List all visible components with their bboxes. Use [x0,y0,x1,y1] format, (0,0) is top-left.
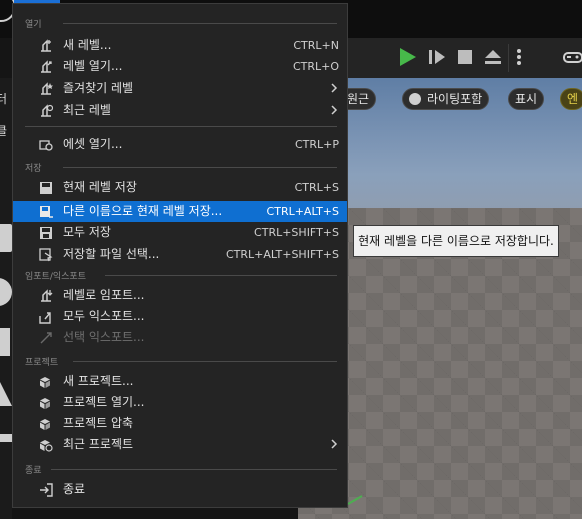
frame-skip-icon[interactable] [426,46,448,68]
chevron-right-icon [331,83,338,93]
show-button[interactable]: 표시 [508,88,545,110]
open-project-icon [40,398,50,409]
menu-item-new-level[interactable]: 새 레벨... CTRL+N [13,35,347,56]
menu-item-save-current-level-as[interactable]: 다른 이름으로 현재 레벨 저장... CTRL+ALT+S [13,201,347,222]
left-panel-strip: 터 클 [0,78,12,519]
platforms-icon[interactable] [562,48,582,66]
choose-files-icon [39,248,53,262]
recent-projects-icon [40,440,53,452]
save-as-icon [40,206,53,218]
menu-item-label: 현재 레벨 저장 [63,180,137,194]
menu-item-label: 에셋 열기... [63,137,123,151]
menu-item-label: 새 레벨... [63,38,112,52]
section-header-import-export: 임포트/익스포트 [25,272,86,282]
more-options-icon[interactable] [512,46,526,68]
export-icon [39,312,51,324]
section-divider [63,23,337,24]
menu-item-shortcut: CTRL+N [293,39,339,52]
menu-item-shortcut: CTRL+O [292,60,339,73]
menu-item-open-level[interactable]: 레벨 열기... CTRL+O [13,56,347,77]
cone-shape-icon[interactable] [0,378,12,406]
chevron-right-icon [331,105,338,115]
show-label: 표시 [515,92,538,106]
axis-gizmo-icon [347,495,363,505]
menu-item-save-current-level[interactable]: 현재 레벨 저장 CTRL+S [13,177,347,198]
open-level-icon [41,60,52,73]
menu-item-shortcut: CTRL+SHIFT+S [254,226,339,239]
section-header-project: 프로젝트 [25,358,59,368]
menu-item-shortcut: CTRL+ALT+SHIFT+S [225,248,339,261]
menu-item-label: 최근 프로젝트 [63,437,134,451]
plane-shape-icon[interactable] [0,434,12,442]
menu-item-open-project[interactable]: 프로젝트 열기... [13,392,347,413]
chevron-right-icon [331,439,338,449]
menu-item-save-all[interactable]: 모두 저장 CTRL+SHIFT+S [13,222,347,243]
zip-project-icon [40,419,50,430]
toolbar-separator [508,44,509,72]
view-mode-label: 라이팅포함 [427,92,483,106]
save-all-icon [40,227,52,239]
section-divider [51,469,337,470]
menu-item-open-asset[interactable]: 에셋 열기... CTRL+P [13,134,347,155]
section-divider [25,126,337,127]
sphere-shape-icon[interactable] [0,278,12,306]
menu-item-label: 모두 저장 [63,225,111,239]
menu-item-label: 저장할 파일 선택... [63,247,160,261]
play-icon[interactable] [396,46,418,68]
save-icon [40,182,52,194]
menu-item-export-all[interactable]: 모두 익스포트... [13,306,347,327]
menu-item-label: 레벨 열기... [63,59,123,73]
menu-item-label: 다른 이름으로 현재 레벨 저장... [63,204,223,218]
menu-item-choose-files-to-save[interactable]: 저장할 파일 선택... CTRL+ALT+SHIFT+S [13,244,347,265]
import-icon [41,289,53,302]
menu-item-shortcut: CTRL+P [294,138,339,151]
menu-item-recent-levels[interactable]: 최근 레벨 [13,100,347,121]
menu-item-label: 최근 레벨 [63,103,111,117]
cylinder-shape-icon[interactable] [0,328,10,356]
cube-shape-icon[interactable] [0,224,12,252]
scalability-label: 엔 [567,92,579,106]
section-divider [73,361,337,362]
view-mode-button[interactable]: 라이팅포함 [402,88,490,110]
menu-item-label: 종료 [63,482,86,496]
menu-item-label: 선택 익스포트... [63,330,145,344]
menu-item-label: 레벨로 임포트... [63,288,145,302]
section-divider [105,275,337,276]
menu-item-exit[interactable]: 종료 [13,479,347,500]
menu-item-zip-project[interactable]: 프로젝트 압축 [13,413,347,434]
menu-item-label: 프로젝트 압축 [63,416,134,430]
section-header-save: 저장 [25,164,42,174]
recent-levels-icon [41,104,53,117]
menu-item-favorite-levels[interactable]: 즐겨찾기 레벨 [13,78,347,99]
menu-item-new-project[interactable]: 새 프로젝트... [13,371,347,392]
export-selected-icon [40,332,52,344]
section-header-open: 열기 [25,20,42,30]
menu-item-export-selected[interactable]: 선택 익스포트... [13,327,347,348]
scalability-warning-button[interactable]: 엔 [560,88,582,110]
menu-item-shortcut: CTRL+ALT+S [266,205,339,218]
tooltip: 현재 레벨을 다른 이름으로 저장합니다. [353,225,559,257]
section-divider [63,167,337,168]
menu-item-shortcut: CTRL+S [294,181,339,194]
left-strip-text-1: 터 [0,92,8,106]
favorite-levels-icon [41,82,53,95]
menu-item-label: 즐겨찾기 레벨 [63,81,134,95]
perspective-label: 원근 [347,92,370,106]
file-menu: 열기 새 레벨... CTRL+N 레벨 열기... CTRL+O 즐겨찾기 레… [12,3,348,508]
new-level-icon [41,39,51,52]
menu-item-label: 모두 익스포트... [63,309,145,323]
menu-item-import-into-level[interactable]: 레벨로 임포트... [13,285,347,306]
menu-item-recent-projects[interactable]: 최근 프로젝트 [13,434,347,455]
eject-icon[interactable] [482,46,504,68]
new-project-icon [40,377,50,388]
menu-item-label: 프로젝트 열기... [63,395,145,409]
menu-item-label: 새 프로젝트... [63,374,134,388]
exit-icon [40,483,53,497]
section-header-exit: 종료 [25,466,42,476]
stop-icon[interactable] [454,46,476,68]
left-strip-text-2: 클 [0,124,8,138]
lit-sphere-icon [409,93,421,105]
open-asset-icon [39,140,53,151]
